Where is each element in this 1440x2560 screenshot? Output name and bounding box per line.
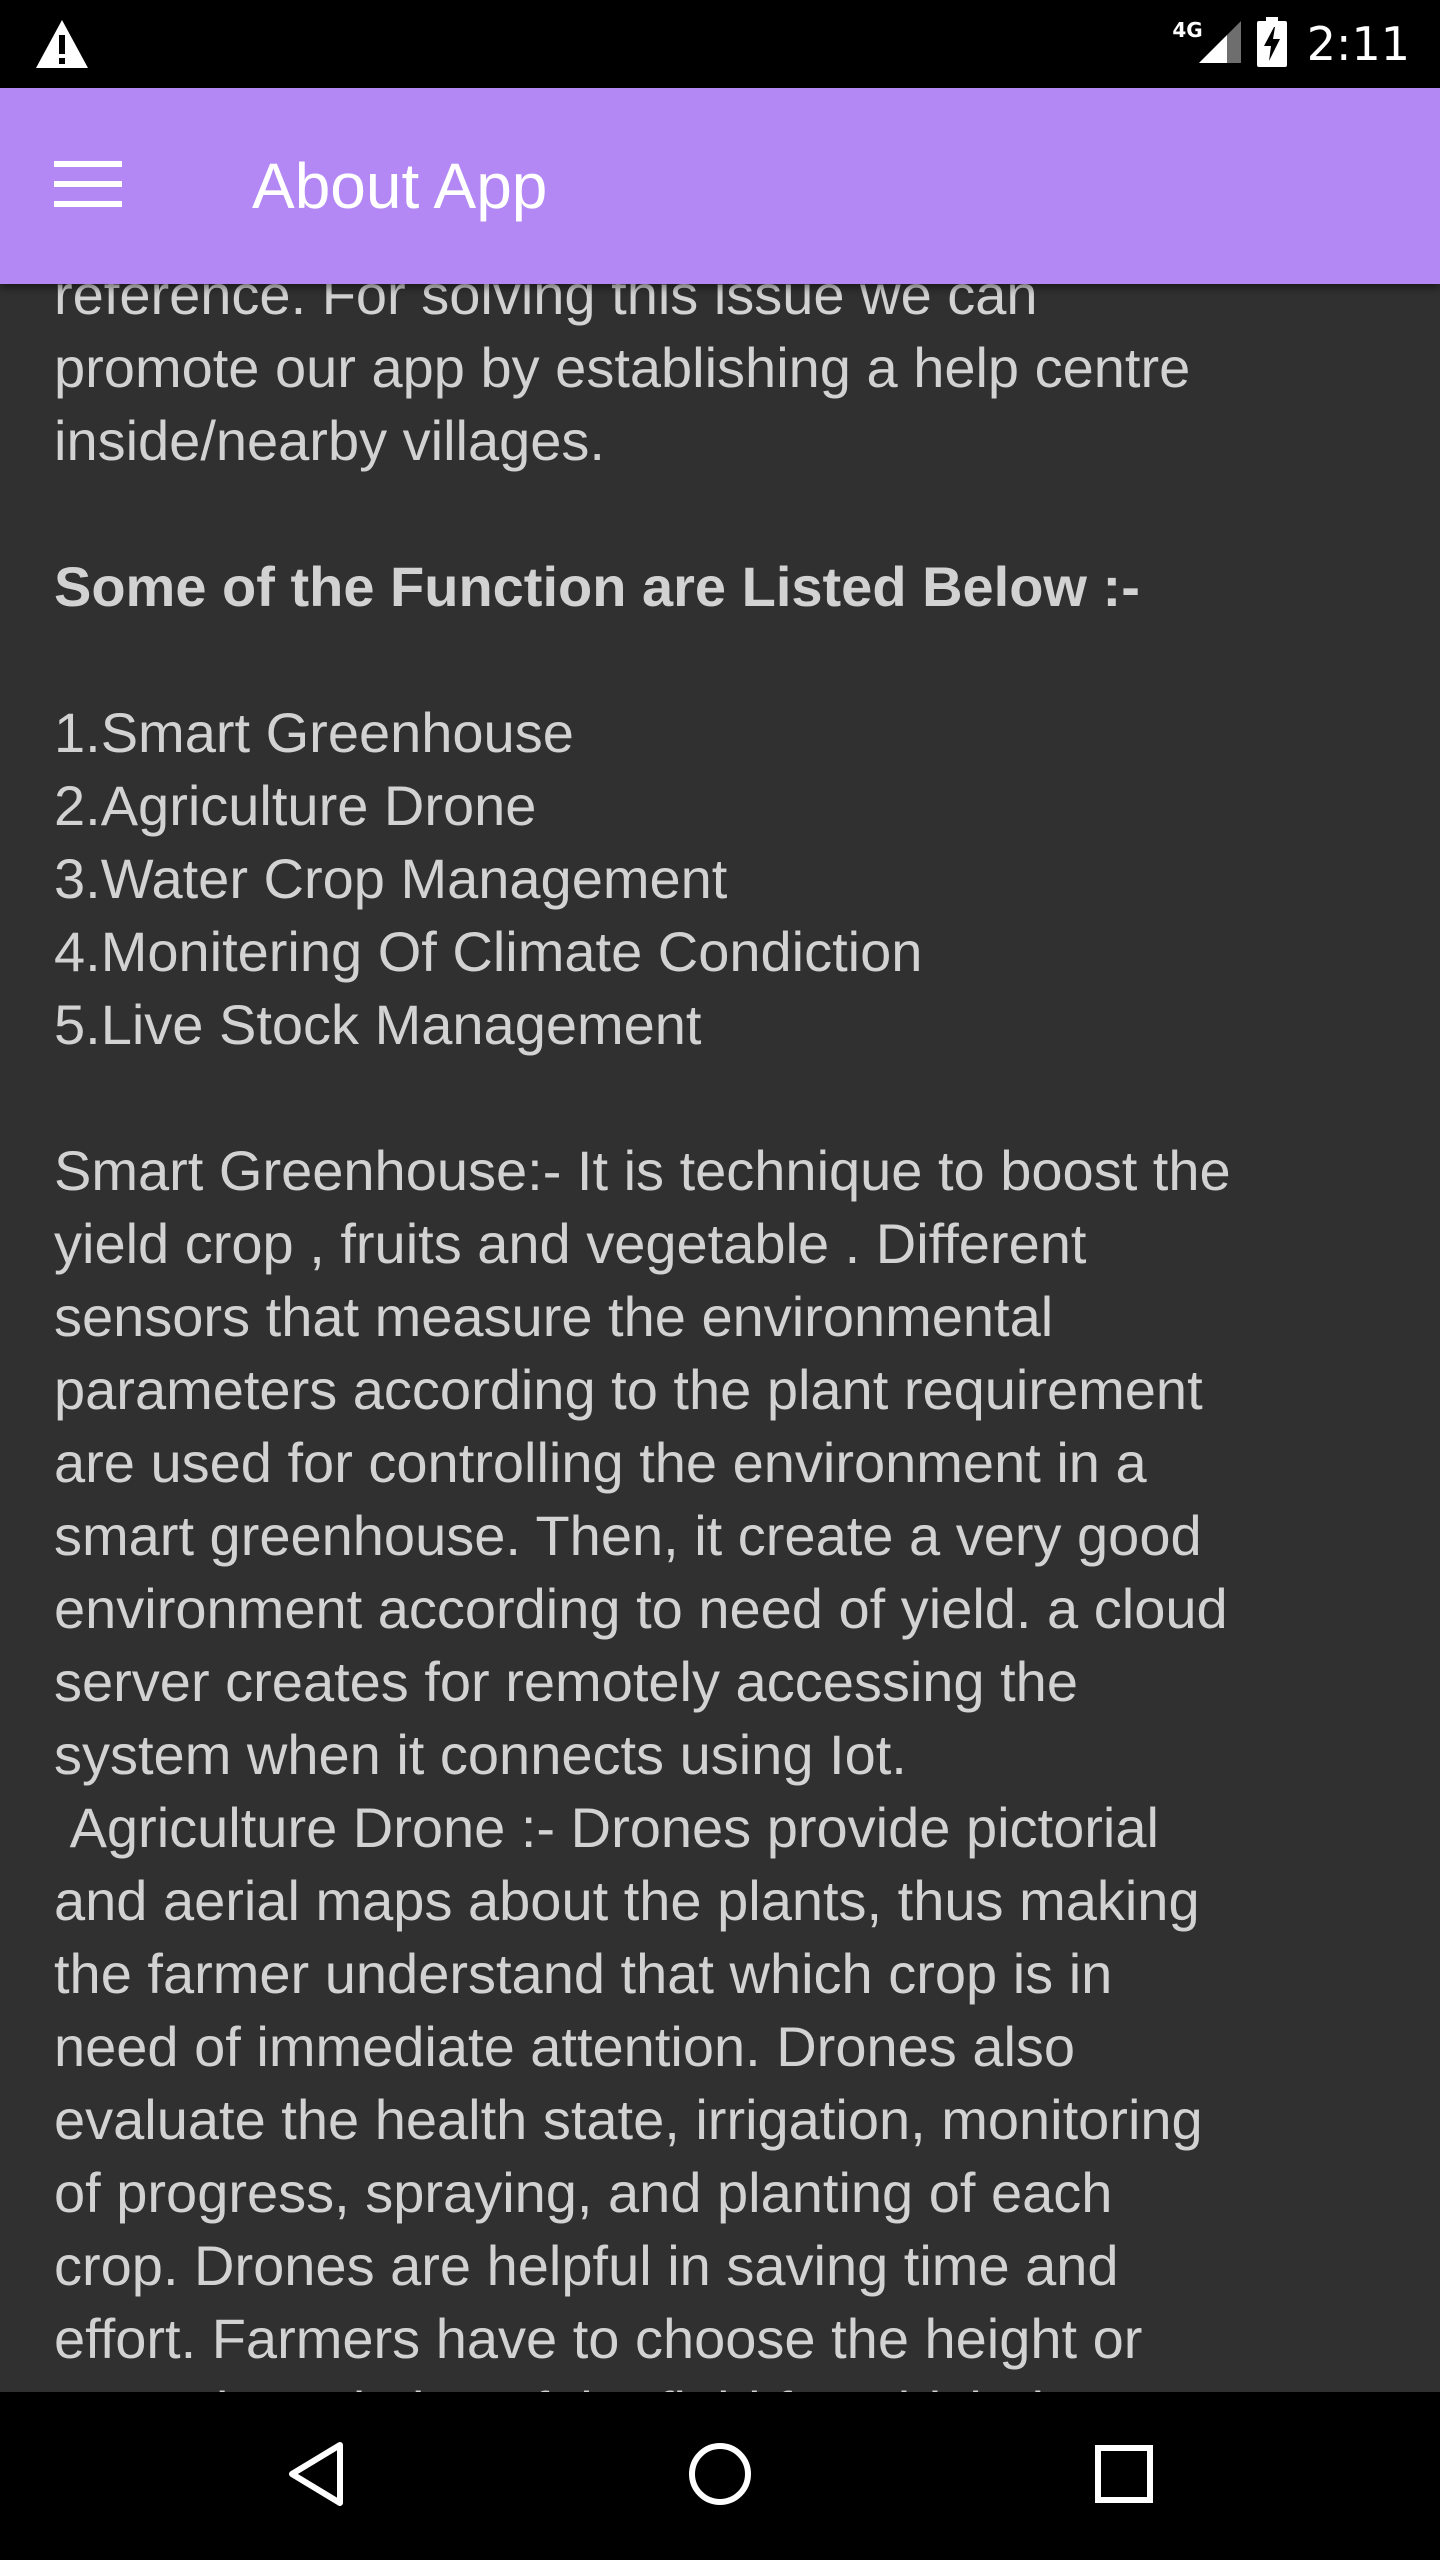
back-button[interactable] xyxy=(266,2426,366,2526)
greenhouse-line: parameters according to the plant requir… xyxy=(54,1358,1203,1421)
drone-line: evaluate the health state, irrigation, m… xyxy=(54,2088,1203,2151)
home-button[interactable] xyxy=(670,2426,770,2526)
about-text: reference. For solving this issue we can… xyxy=(54,284,1404,2392)
drone-line: crop. Drones are helpful in saving time … xyxy=(54,2234,1119,2297)
function-list-item: 1.Smart Greenhouse xyxy=(54,701,574,764)
about-content-scroll[interactable]: reference. For solving this issue we can… xyxy=(0,284,1440,2392)
drone-line: of progress, spraying, and planting of e… xyxy=(54,2161,1113,2224)
recents-button[interactable] xyxy=(1074,2426,1174,2526)
greenhouse-line: Smart Greenhouse:- It is technique to bo… xyxy=(54,1139,1231,1202)
status-indicators: 4G 2:11 xyxy=(1172,0,1410,88)
battery-charging-icon xyxy=(1256,16,1287,72)
home-icon xyxy=(687,2441,753,2512)
greenhouse-line: server creates for remotely accessing th… xyxy=(54,1650,1078,1713)
hamburger-menu-icon xyxy=(54,159,122,214)
intro-line: promote our app by establishing a help c… xyxy=(54,336,1191,399)
function-list-item: 3.Water Crop Management xyxy=(54,847,728,910)
recents-icon xyxy=(1094,2444,1154,2509)
drone-line: Agriculture Drone :- Drones provide pict… xyxy=(54,1796,1159,1859)
greenhouse-line: yield crop , fruits and vegetable . Diff… xyxy=(54,1212,1087,1275)
greenhouse-line: are used for controlling the environment… xyxy=(54,1431,1147,1494)
function-list-item: 2.Agriculture Drone xyxy=(54,774,537,837)
function-list-item: 5.Live Stock Management xyxy=(54,993,702,1056)
functions-heading: Some of the Function are Listed Below :- xyxy=(54,555,1140,618)
page-title: About App xyxy=(252,150,548,222)
greenhouse-line: system when it connects using Iot. xyxy=(54,1723,907,1786)
drone-line: and aerial maps about the plants, thus m… xyxy=(54,1869,1200,1932)
drone-line: effort. Farmers have to choose the heigh… xyxy=(54,2307,1143,2370)
app-bar: About App xyxy=(0,88,1440,284)
network-type: 4G xyxy=(1172,18,1203,42)
warning-icon xyxy=(34,18,90,70)
greenhouse-line: smart greenhouse. Then, it create a very… xyxy=(54,1504,1202,1567)
drone-line: the farmer understand that which crop is… xyxy=(54,1942,1113,2005)
greenhouse-line: environment according to need of yield. … xyxy=(54,1577,1228,1640)
navigation-bar xyxy=(0,2392,1440,2560)
drone-line: ground resolution of the field for which… xyxy=(54,2375,1404,2392)
drone-line: need of immediate attention. Drones also xyxy=(54,2015,1076,2078)
intro-line: inside/nearby villages. xyxy=(54,409,605,472)
function-list-item: 4.Monitering Of Climate Condiction xyxy=(54,920,923,983)
signal-icon xyxy=(1197,19,1243,70)
status-bar: 4G 2:11 xyxy=(0,0,1440,88)
back-icon xyxy=(286,2441,346,2512)
greenhouse-line: sensors that measure the environmental xyxy=(54,1285,1054,1348)
menu-button[interactable] xyxy=(40,138,136,234)
status-time: 2:11 xyxy=(1306,17,1410,71)
intro-line: reference. For solving this issue we can xyxy=(54,284,1038,326)
